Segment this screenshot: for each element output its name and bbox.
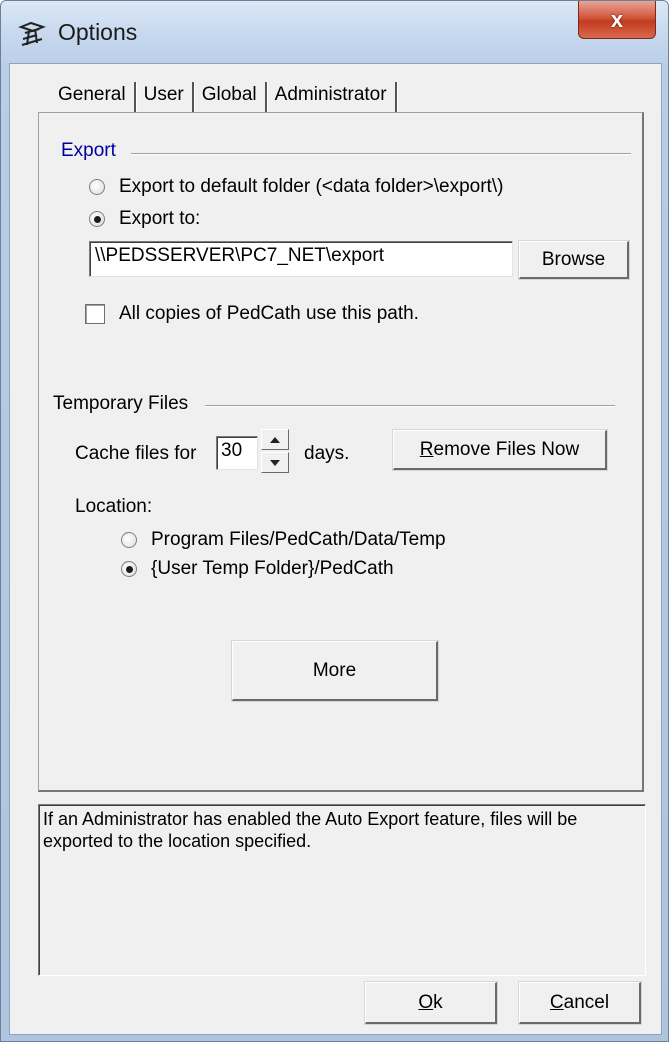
cancel-button[interactable]: Cancel <box>518 981 642 1025</box>
spin-up-button[interactable] <box>261 429 289 450</box>
export-default-radio[interactable] <box>89 179 105 195</box>
cache-days-input[interactable]: 30 <box>216 436 258 470</box>
export-path-input[interactable]: \\PEDSSERVER\PC7_NET\export <box>89 241 513 277</box>
cancel-accel: C <box>549 991 564 1013</box>
general-tab-panel: Export Export to default folder (<data f… <box>38 112 644 792</box>
browse-button[interactable]: Browse <box>518 240 630 280</box>
location-user-temp-label: {User Temp Folder}/PedCath <box>151 558 394 579</box>
window-title: Options <box>58 19 138 45</box>
arrow-down-icon <box>270 459 280 466</box>
arrow-up-icon <box>270 436 280 443</box>
export-custom-label: Export to: <box>119 208 201 229</box>
location-user-temp-option[interactable]: {User Temp Folder}/PedCath <box>121 558 394 580</box>
tab-global[interactable]: Global <box>194 82 267 112</box>
ok-label: k <box>433 991 443 1013</box>
dialog-client-area: General User Global Administrator Export… <box>9 63 662 1035</box>
all-copies-checkbox[interactable] <box>85 304 105 324</box>
all-copies-label: All copies of PedCath use this path. <box>119 303 419 324</box>
cache-days-spinner <box>261 429 289 473</box>
app-icon <box>18 21 46 46</box>
remove-files-accel: R <box>419 438 434 460</box>
cancel-label: ancel <box>563 991 610 1013</box>
close-button[interactable]: x <box>578 1 656 39</box>
title-bar[interactable]: Options x <box>1 1 668 63</box>
tab-general[interactable]: General <box>50 82 136 112</box>
spin-down-button[interactable] <box>261 452 289 473</box>
options-dialog: Options x General User Global Administra… <box>0 0 669 1042</box>
close-icon: x <box>610 6 624 32</box>
cache-files-suffix: days. <box>304 443 350 464</box>
location-program-files-option[interactable]: Program Files/PedCath/Data/Temp <box>121 529 446 551</box>
remove-files-label: emove Files Now <box>433 438 580 460</box>
info-text-area: If an Administrator has enabled the Auto… <box>38 804 646 976</box>
temp-files-group-divider <box>205 405 615 407</box>
cache-files-prefix: Cache files for <box>75 443 197 464</box>
tab-strip: General User Global Administrator <box>50 82 397 112</box>
all-copies-option[interactable]: All copies of PedCath use this path. <box>85 303 419 325</box>
location-program-files-label: Program Files/PedCath/Data/Temp <box>151 529 446 550</box>
ok-button[interactable]: Ok <box>364 981 498 1025</box>
export-group-divider <box>131 153 631 155</box>
remove-files-now-button[interactable]: Remove Files Now <box>392 429 608 471</box>
ok-accel: O <box>418 991 434 1013</box>
location-label: Location: <box>75 496 153 517</box>
export-default-label: Export to default folder (<data folder>\… <box>119 176 504 197</box>
export-custom-option[interactable]: Export to: <box>89 208 200 230</box>
more-button[interactable]: More <box>231 640 439 702</box>
export-group-label: Export <box>61 140 116 161</box>
export-custom-radio[interactable] <box>89 211 105 227</box>
temp-files-group-label: Temporary Files <box>53 393 189 414</box>
export-default-option[interactable]: Export to default folder (<data folder>\… <box>89 176 503 198</box>
location-user-temp-radio[interactable] <box>121 561 137 577</box>
location-program-files-radio[interactable] <box>121 532 137 548</box>
tab-user[interactable]: User <box>136 82 194 112</box>
tab-administrator[interactable]: Administrator <box>267 82 397 112</box>
